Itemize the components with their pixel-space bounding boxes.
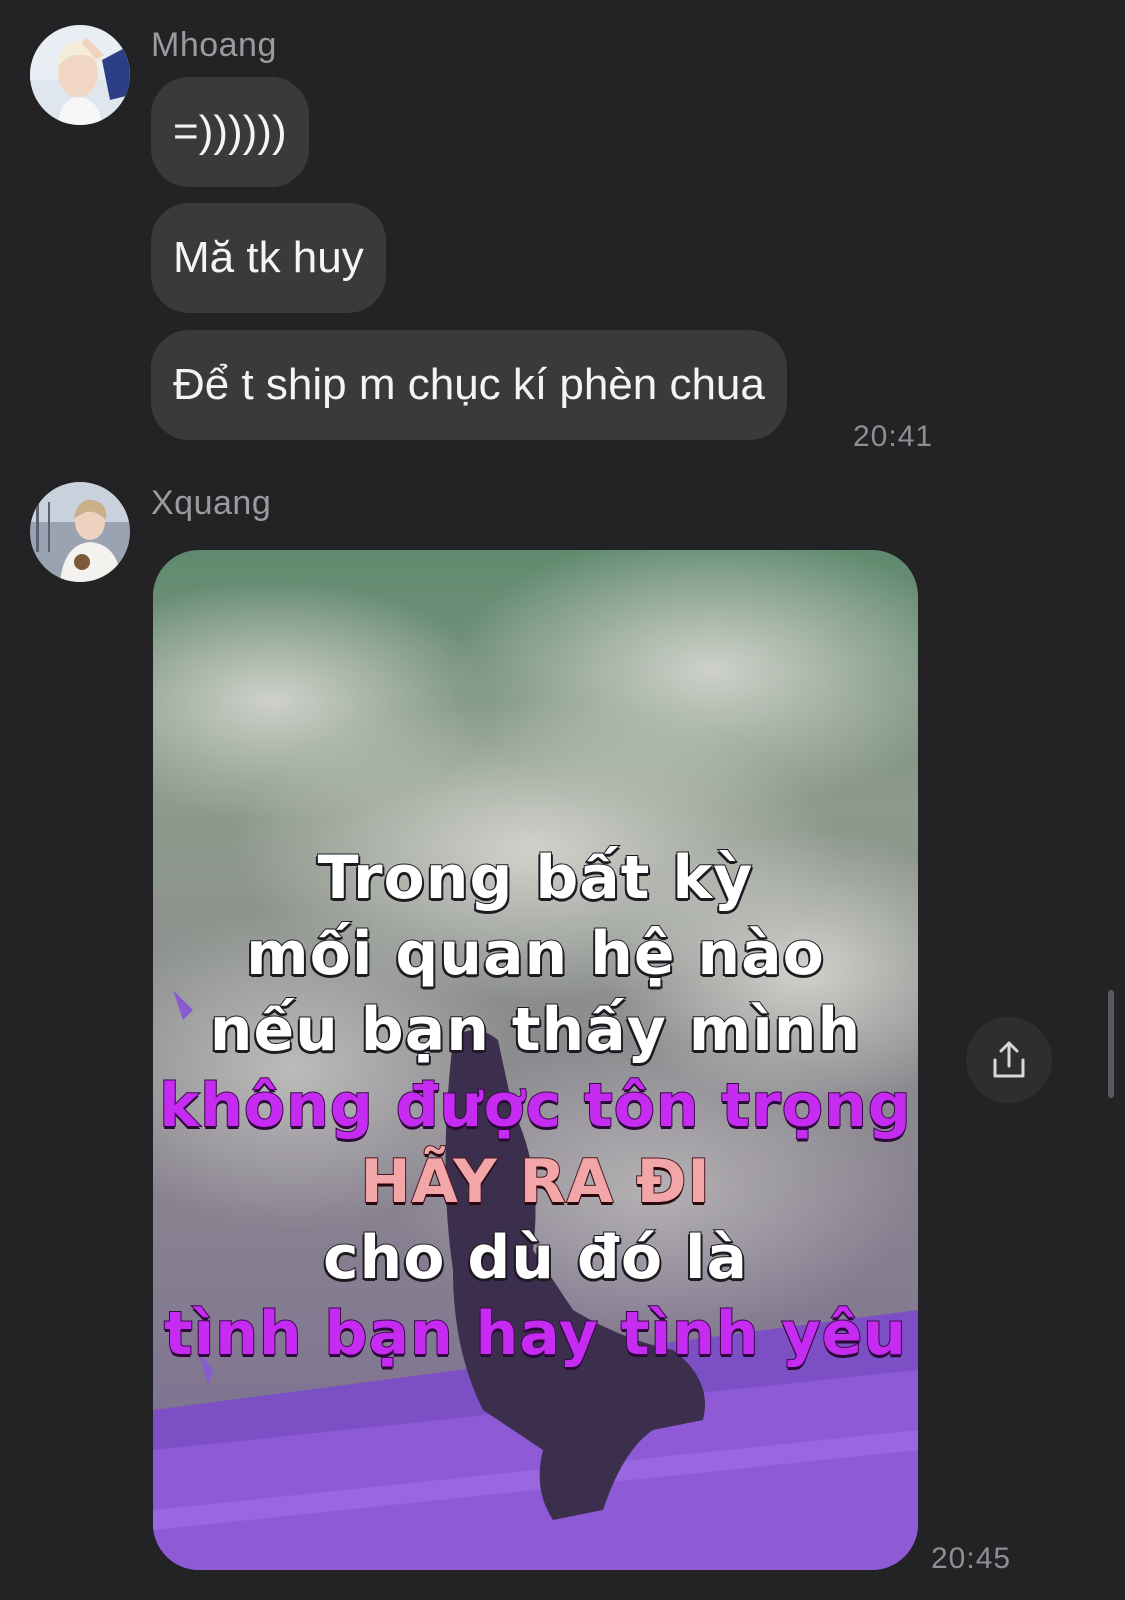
image-message[interactable]: Trong bất kỳ mối quan hệ nào nếu bạn thấ… bbox=[153, 550, 918, 1570]
message-bubble[interactable]: Mă tk huy bbox=[151, 203, 386, 313]
user-avatar-outdoor-photo-icon bbox=[30, 482, 130, 582]
message-timestamp: 20:41 bbox=[853, 420, 934, 453]
caption-line: cho dù đó là bbox=[322, 1222, 749, 1294]
message-timestamp: 20:45 bbox=[931, 1542, 1012, 1575]
sender-name: Xquang bbox=[151, 484, 272, 522]
sender-avatar-mhoang[interactable] bbox=[30, 25, 130, 125]
user-avatar-blond-hair-icon bbox=[30, 25, 130, 125]
sender-name: Mhoang bbox=[151, 26, 277, 64]
caption-line: Trong bất kỳ bbox=[317, 842, 754, 914]
message-bubble[interactable]: Để t ship m chục kí phèn chua bbox=[151, 330, 787, 440]
image-caption: Trong bất kỳ mối quan hệ nào nếu bạn thấ… bbox=[153, 840, 918, 1372]
sender-avatar-xquang[interactable] bbox=[30, 482, 130, 582]
share-button[interactable] bbox=[966, 1017, 1052, 1103]
caption-line: HÃY RA ĐI bbox=[359, 1146, 711, 1218]
scrollbar[interactable] bbox=[1108, 990, 1114, 1098]
caption-line: nếu bạn thấy mình bbox=[209, 994, 862, 1066]
share-upload-icon bbox=[993, 1041, 1025, 1078]
caption-line: tình bạn hay tình yêu bbox=[163, 1298, 908, 1370]
caption-line: mối quan hệ nào bbox=[245, 918, 825, 990]
caption-line: không được tôn trọng bbox=[158, 1070, 912, 1142]
message-bubble[interactable]: =)))))) bbox=[151, 77, 309, 187]
